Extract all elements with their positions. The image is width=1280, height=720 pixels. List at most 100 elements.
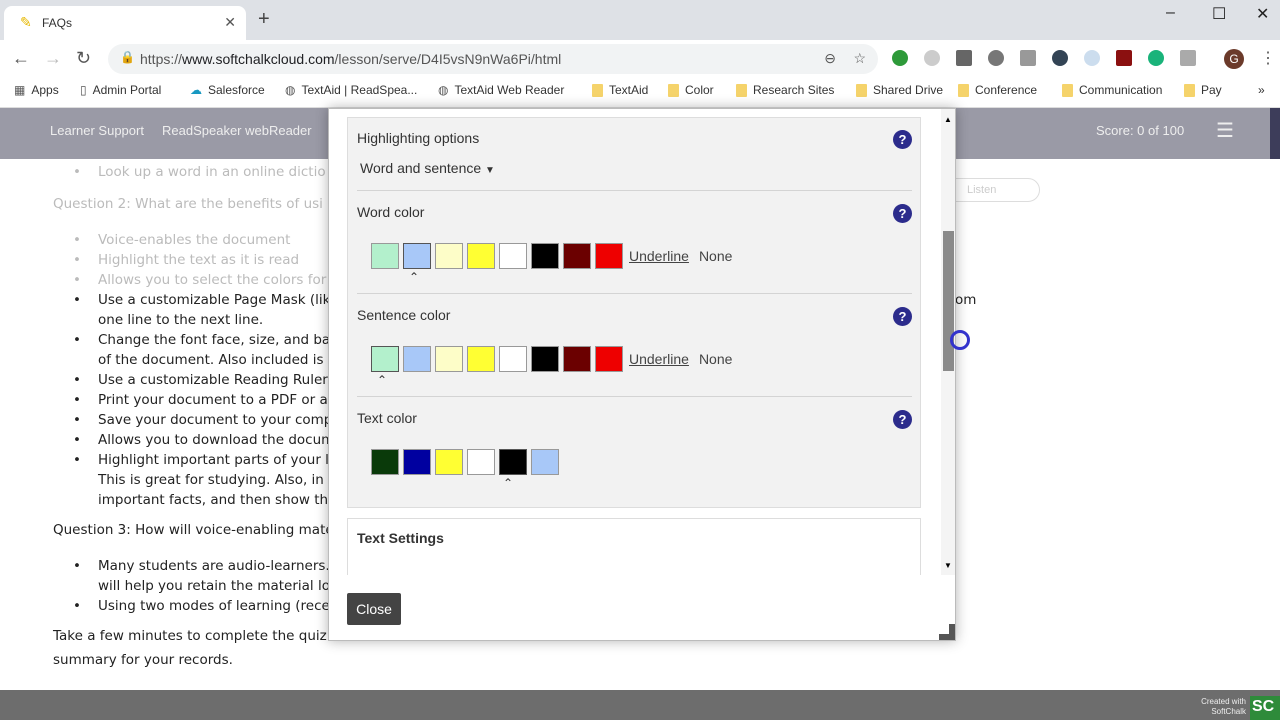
- color-swatch[interactable]: [467, 243, 495, 269]
- color-swatch[interactable]: [403, 346, 431, 372]
- extension-eyedropper-icon[interactable]: [924, 50, 940, 66]
- color-swatch[interactable]: [499, 449, 527, 475]
- color-swatch[interactable]: [531, 243, 559, 269]
- none-option[interactable]: None: [699, 351, 732, 367]
- color-swatch[interactable]: [467, 346, 495, 372]
- color-swatch[interactable]: [563, 346, 591, 372]
- none-option[interactable]: None: [699, 248, 732, 264]
- bookmark-item[interactable]: Communication: [1062, 83, 1162, 97]
- extension-circle-icon[interactable]: [1084, 50, 1100, 66]
- extension-download-icon[interactable]: [956, 50, 972, 66]
- paragraph-line: Question 3: How will voice-enabling mate: [53, 522, 334, 538]
- minimize-button[interactable]: –: [1166, 4, 1175, 22]
- color-swatch[interactable]: [531, 449, 559, 475]
- scrollbar-thumb[interactable]: [943, 231, 954, 371]
- back-icon[interactable]: ←: [12, 48, 30, 69]
- folder-icon: [592, 83, 603, 97]
- learner-support-link[interactable]: Learner Support: [50, 123, 144, 138]
- softchalk-text: SoftChalk: [1211, 707, 1246, 716]
- color-swatch[interactable]: [595, 346, 623, 372]
- underline-option[interactable]: Underline: [629, 248, 689, 264]
- settings-scroll-area: Highlighting options ? Word and sentence…: [329, 109, 941, 575]
- extension-globe-icon[interactable]: [1052, 50, 1068, 66]
- help-icon[interactable]: ?: [893, 307, 912, 326]
- color-swatch[interactable]: [595, 243, 623, 269]
- color-swatch[interactable]: [403, 449, 431, 475]
- bookmark-item[interactable]: Color: [668, 83, 714, 97]
- bookmark-item[interactable]: ◍ TextAid Web Reader: [438, 83, 564, 97]
- color-swatch[interactable]: [435, 449, 463, 475]
- list-item: Many students are audio-learners.: [73, 558, 330, 574]
- bookmark-label: TextAid Web Reader: [454, 83, 565, 97]
- color-swatch[interactable]: [499, 346, 527, 372]
- grammarly-icon[interactable]: [1148, 50, 1164, 66]
- help-icon[interactable]: ?: [893, 204, 912, 223]
- list-item: This is great for studying. Also, in: [98, 472, 324, 488]
- bookmark-item[interactable]: ◍ TextAid | ReadSpea...: [285, 83, 417, 97]
- bookmark-item[interactable]: TextAid: [592, 83, 648, 97]
- bookmark-item[interactable]: Pay: [1184, 83, 1222, 97]
- bookmark-item[interactable]: ▯ Admin Portal: [80, 83, 161, 97]
- help-icon[interactable]: ?: [893, 130, 912, 149]
- bookmark-item[interactable]: Research Sites: [736, 83, 834, 97]
- star-icon[interactable]: ☆: [853, 50, 866, 67]
- browser-toolbar: ← → ↻ 🔒 https://www.softchalkcloud.com/l…: [0, 40, 1280, 78]
- resize-handle[interactable]: [939, 624, 955, 640]
- close-button[interactable]: Close: [347, 593, 401, 625]
- zoom-icon[interactable]: ⊖: [824, 50, 836, 67]
- bookmark-label: Communication: [1079, 83, 1163, 97]
- extension-icon[interactable]: [988, 50, 1004, 66]
- color-swatch[interactable]: [371, 346, 399, 372]
- softchalk-logo: SC: [1250, 696, 1280, 720]
- bookmark-label: TextAid: [609, 83, 649, 97]
- created-with: Created with SoftChalk: [1201, 697, 1246, 717]
- underline-option[interactable]: Underline: [629, 351, 689, 367]
- color-swatch[interactable]: [371, 243, 399, 269]
- color-swatch[interactable]: [563, 243, 591, 269]
- close-tab-icon[interactable]: ✕: [224, 14, 236, 31]
- color-swatch[interactable]: [403, 243, 431, 269]
- maximize-button[interactable]: ☐: [1212, 4, 1226, 24]
- list-item: Allows you to download the docum: [73, 432, 334, 448]
- color-swatch[interactable]: [467, 449, 495, 475]
- bookmark-item[interactable]: Conference: [958, 83, 1037, 97]
- tab-title: FAQs: [42, 16, 73, 30]
- divider: [357, 293, 912, 294]
- scroll-down-icon[interactable]: ▼: [944, 561, 952, 570]
- profile-avatar[interactable]: G: [1224, 49, 1244, 69]
- folder-icon: [668, 83, 679, 97]
- readspeaker-link[interactable]: ReadSpeaker webReader: [162, 123, 312, 138]
- bookmark-item[interactable]: ▦ Apps: [14, 83, 59, 97]
- forward-icon[interactable]: →: [44, 48, 62, 69]
- color-swatch[interactable]: [435, 243, 463, 269]
- color-swatch[interactable]: [499, 243, 527, 269]
- bookmark-item[interactable]: ☁ Salesforce: [190, 83, 265, 97]
- sentence-color-label: Sentence color: [357, 307, 451, 323]
- bookmark-label: TextAid | ReadSpea...: [301, 83, 418, 97]
- reload-icon[interactable]: ↻: [76, 48, 91, 69]
- text-settings-section[interactable]: Text Settings: [347, 518, 921, 575]
- extension-icon[interactable]: [1180, 50, 1196, 66]
- scroll-up-icon[interactable]: ▲: [944, 115, 952, 124]
- menu-kebab-icon[interactable]: ⋮: [1260, 48, 1276, 68]
- color-swatch[interactable]: [371, 449, 399, 475]
- tab-faqs[interactable]: ✎ FAQs ✕: [4, 6, 246, 40]
- list-item: important facts, and then show th: [98, 492, 329, 508]
- more-bookmarks-icon[interactable]: »: [1258, 83, 1265, 97]
- highlighting-options-select[interactable]: Word and sentence ▼: [360, 160, 495, 176]
- list-item: one line to the next line.: [98, 312, 264, 328]
- reading-options-panel: Highlighting options ? Word and sentence…: [347, 117, 921, 508]
- listen-label: Listen: [967, 184, 997, 196]
- extension-pdf-icon[interactable]: [1116, 50, 1132, 66]
- help-icon[interactable]: ?: [893, 410, 912, 429]
- close-window-button[interactable]: ✕: [1256, 4, 1269, 24]
- hamburger-menu-icon[interactable]: ☰: [1216, 118, 1234, 143]
- color-swatch[interactable]: [435, 346, 463, 372]
- extension-g-icon[interactable]: [1020, 50, 1036, 66]
- bookmark-item[interactable]: Shared Drive: [856, 83, 943, 97]
- color-swatch[interactable]: [531, 346, 559, 372]
- address-bar[interactable]: 🔒 https://www.softchalkcloud.com/lesson/…: [108, 44, 878, 74]
- new-tab-button[interactable]: +: [258, 8, 270, 31]
- selected-caret-icon: ⌃: [377, 373, 388, 387]
- extension-check-icon[interactable]: [892, 50, 908, 66]
